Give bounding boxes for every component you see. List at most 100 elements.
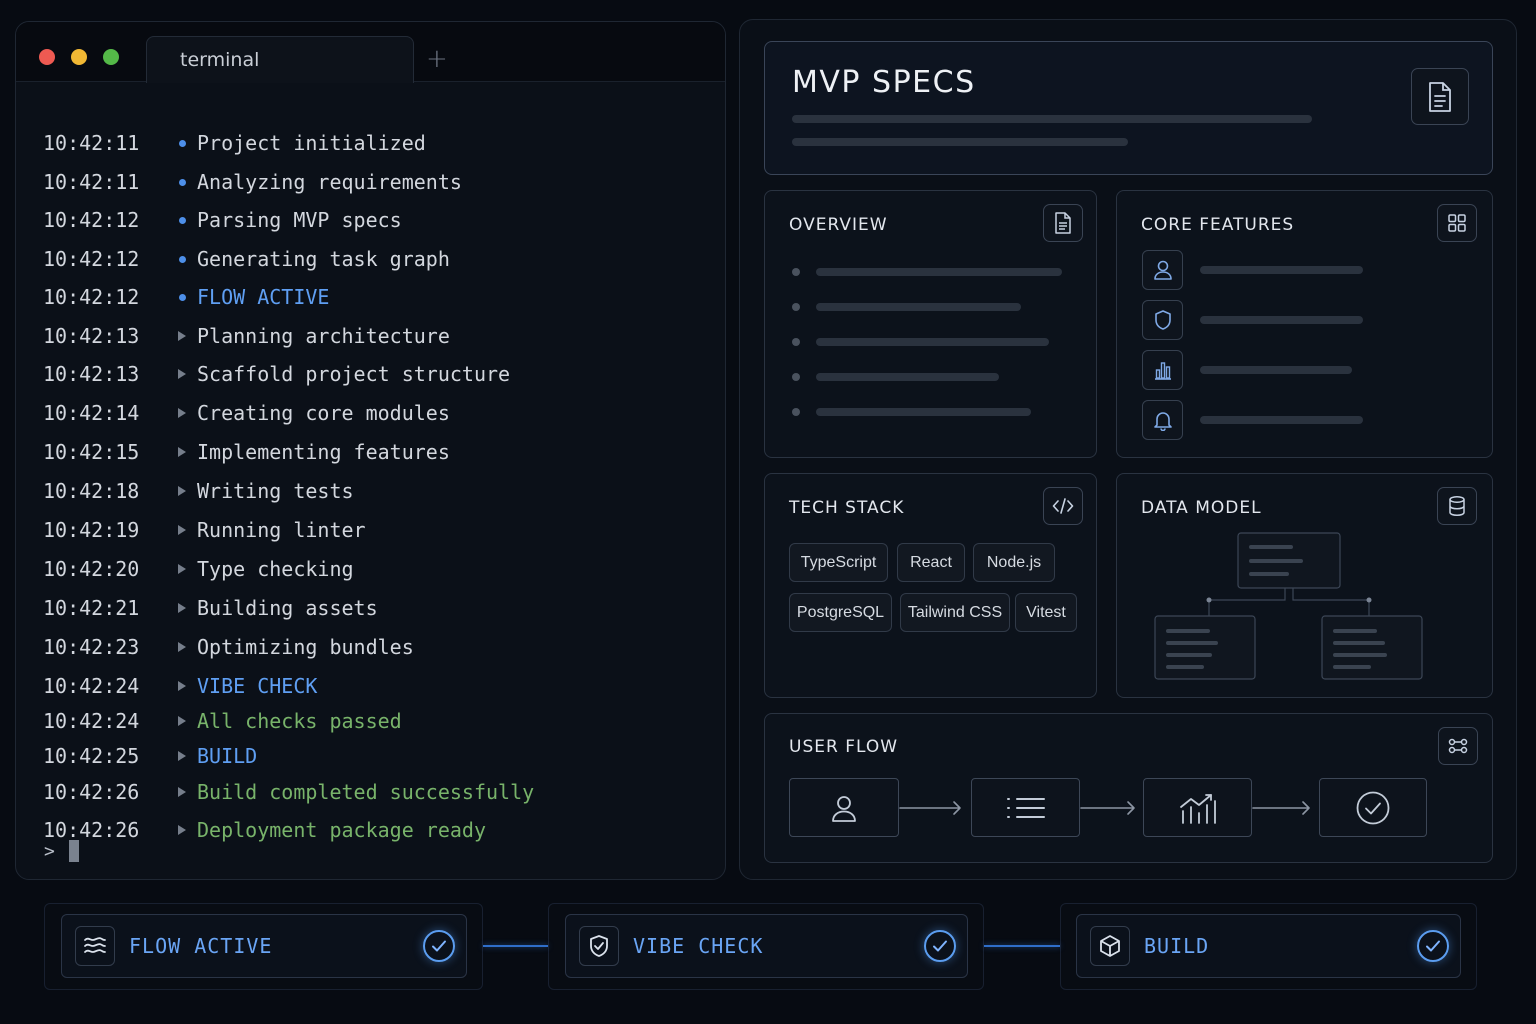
document-icon[interactable] bbox=[1411, 68, 1469, 125]
placeholder-line bbox=[1200, 416, 1363, 424]
log-message: VIBE CHECK bbox=[197, 674, 318, 698]
tab-terminal[interactable]: terminal bbox=[146, 36, 414, 83]
log-line: 10:42:13 Planning architecture bbox=[43, 321, 450, 351]
core-features-card: CORE FEATURES bbox=[1116, 190, 1493, 458]
log-line: 10:42:11 Analyzing requirements bbox=[43, 167, 462, 197]
log-timestamp: 10:42:26 bbox=[43, 818, 140, 842]
close-window-button[interactable] bbox=[39, 49, 55, 65]
triangle-icon bbox=[167, 525, 197, 535]
log-message: Scaffold project structure bbox=[197, 362, 511, 386]
log-line: 10:42:26 Deployment package ready bbox=[43, 815, 486, 845]
log-line: 10:42:24 All checks passed bbox=[43, 706, 402, 736]
tech-chip: TypeScript bbox=[789, 543, 888, 582]
bell-icon bbox=[1142, 400, 1183, 440]
log-timestamp: 10:42:12 bbox=[43, 285, 140, 309]
bullet-icon bbox=[792, 408, 800, 416]
text-cursor bbox=[68, 840, 79, 862]
pipeline-stage-build[interactable]: BUILD bbox=[1076, 914, 1461, 978]
log-timestamp: 10:42:13 bbox=[43, 362, 140, 386]
placeholder-line bbox=[816, 408, 1031, 416]
code-icon[interactable] bbox=[1043, 487, 1083, 525]
terminal-window: terminal + 10:42:11 Project initialized 1… bbox=[15, 21, 726, 880]
triangle-icon bbox=[167, 825, 197, 835]
log-message: Building assets bbox=[197, 596, 378, 620]
log-timestamp: 10:42:15 bbox=[43, 440, 140, 464]
terminal-title-bar: terminal + bbox=[16, 22, 725, 83]
log-message: Implementing features bbox=[197, 440, 450, 464]
placeholder-line bbox=[816, 338, 1049, 346]
log-line: 10:42:20 Type checking bbox=[43, 554, 354, 584]
log-message: Optimizing bundles bbox=[197, 635, 414, 659]
overview-title: OVERVIEW bbox=[789, 215, 888, 235]
log-timestamp: 10:42:12 bbox=[43, 247, 140, 271]
tech-chip: React bbox=[897, 543, 965, 582]
tech-chip: Tailwind CSS bbox=[900, 593, 1010, 632]
log-message: Generating task graph bbox=[197, 247, 450, 271]
placeholder-line bbox=[1200, 316, 1363, 324]
check-circle-icon bbox=[1417, 930, 1449, 962]
log-line: 10:42:21 Building assets bbox=[43, 593, 378, 623]
tech-chip: Vitest bbox=[1015, 593, 1077, 632]
prompt-symbol: > bbox=[44, 840, 55, 862]
placeholder-line bbox=[1200, 366, 1352, 374]
log-timestamp: 10:42:20 bbox=[43, 557, 140, 581]
maximize-window-button[interactable] bbox=[103, 49, 119, 65]
bullet-icon bbox=[792, 303, 800, 311]
log-message: BUILD bbox=[197, 744, 258, 768]
user-flow-card: USER FLOW bbox=[764, 713, 1493, 863]
log-timestamp: 10:42:18 bbox=[43, 479, 140, 503]
pipeline-stage-flow-active[interactable]: FLOW ACTIVE bbox=[61, 914, 467, 978]
log-message: Creating core modules bbox=[197, 401, 450, 425]
tech-stack-card: TECH STACK TypeScript React Node.js Post… bbox=[764, 473, 1097, 698]
data-model-diagram bbox=[1154, 532, 1423, 680]
log-timestamp: 10:42:26 bbox=[43, 780, 140, 804]
log-message: Parsing MVP specs bbox=[197, 208, 402, 232]
placeholder-line bbox=[816, 303, 1021, 311]
stage-label: BUILD bbox=[1144, 934, 1210, 958]
bullet-icon bbox=[167, 216, 197, 224]
log-line: 10:42:24 VIBE CHECK bbox=[43, 671, 317, 701]
command-prompt[interactable]: > bbox=[44, 840, 79, 862]
triangle-icon bbox=[167, 369, 197, 379]
placeholder-line bbox=[816, 373, 999, 381]
pipeline-stage-vibe-check[interactable]: VIBE CHECK bbox=[565, 914, 968, 978]
log-message: FLOW ACTIVE bbox=[197, 285, 330, 309]
bullet-icon bbox=[792, 338, 800, 346]
triangle-icon bbox=[167, 681, 197, 691]
bullet-icon bbox=[167, 293, 197, 301]
plus-icon[interactable]: + bbox=[426, 44, 448, 74]
log-line: 10:42:12 Parsing MVP specs bbox=[43, 205, 402, 235]
check-circle-icon bbox=[423, 930, 455, 962]
log-timestamp: 10:42:14 bbox=[43, 401, 140, 425]
minimize-window-button[interactable] bbox=[71, 49, 87, 65]
log-message: All checks passed bbox=[197, 709, 402, 733]
triangle-icon bbox=[167, 642, 197, 652]
pipeline-connector bbox=[984, 945, 1060, 947]
bullet-icon bbox=[167, 139, 197, 147]
log-line: 10:42:12 FLOW ACTIVE bbox=[43, 282, 329, 312]
shield-icon bbox=[1142, 300, 1183, 340]
bullet-icon bbox=[167, 255, 197, 263]
triangle-icon bbox=[167, 564, 197, 574]
log-line: 10:42:14 Creating core modules bbox=[43, 398, 450, 428]
stage-label: VIBE CHECK bbox=[633, 934, 764, 958]
placeholder-line bbox=[792, 138, 1128, 146]
log-timestamp: 10:42:19 bbox=[43, 518, 140, 542]
triangle-icon bbox=[167, 447, 197, 457]
log-timestamp: 10:42:13 bbox=[43, 324, 140, 348]
grid-icon[interactable] bbox=[1437, 204, 1477, 242]
log-timestamp: 10:42:21 bbox=[43, 596, 140, 620]
tech-stack-title: TECH STACK bbox=[789, 498, 905, 518]
log-line: 10:42:19 Running linter bbox=[43, 515, 366, 545]
log-message: Project initialized bbox=[197, 131, 426, 155]
log-line: 10:42:26 Build completed successfully bbox=[43, 777, 534, 807]
log-message: Deployment package ready bbox=[197, 818, 486, 842]
waves-icon bbox=[75, 926, 115, 966]
bullet-icon bbox=[792, 373, 800, 381]
log-message: Writing tests bbox=[197, 479, 354, 503]
log-line: 10:42:12 Generating task graph bbox=[43, 244, 450, 274]
placeholder-line bbox=[816, 268, 1062, 276]
user-icon bbox=[1142, 250, 1183, 290]
document-icon[interactable] bbox=[1043, 204, 1083, 242]
log-timestamp: 10:42:24 bbox=[43, 674, 140, 698]
